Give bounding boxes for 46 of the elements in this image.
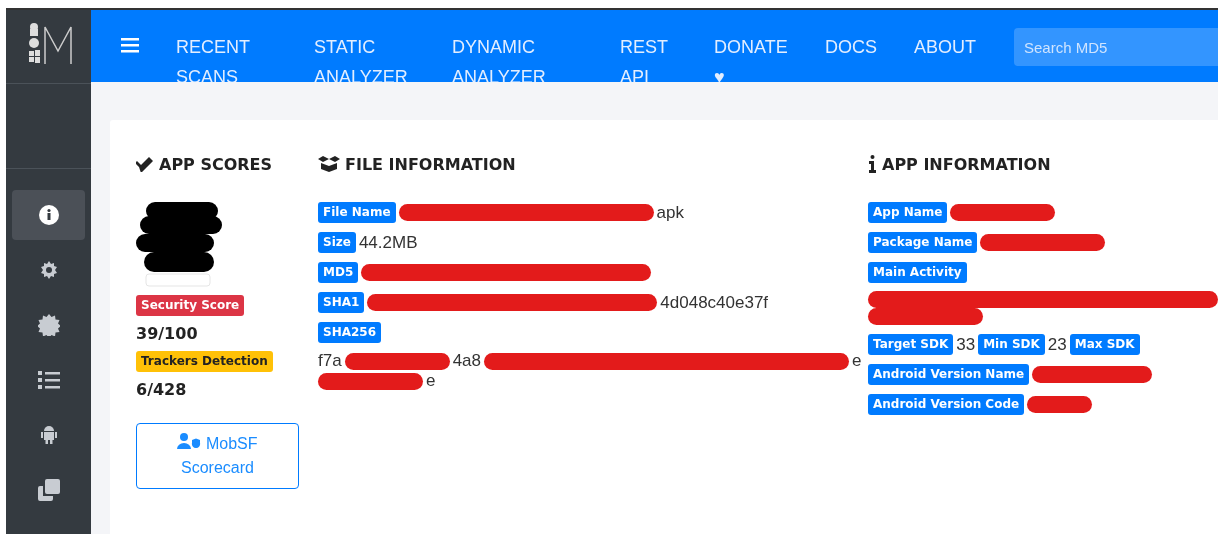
field-label: Main Activity — [868, 262, 967, 283]
nav-link[interactable]: ABOUT — [914, 32, 984, 62]
field-value: 23 — [1047, 334, 1067, 355]
search-field[interactable]: Search MD5 — [1014, 28, 1218, 66]
field-label: Min SDK — [978, 334, 1045, 355]
field-label: Target SDK — [868, 334, 954, 355]
field-value: f7a — [318, 351, 342, 371]
user-shield-icon — [177, 433, 202, 449]
redaction-mark — [1027, 396, 1093, 413]
badge-icon — [37, 314, 60, 336]
copy-icon — [37, 479, 60, 501]
score-value: 6/428 — [136, 380, 187, 399]
field-value: 4a8 — [452, 351, 481, 371]
double-check-icon — [136, 156, 154, 172]
score-value: 39/100 — [136, 324, 198, 343]
field-value: e — [426, 371, 436, 391]
field-value: 4d048c40e37f — [660, 292, 769, 313]
field-label: App Name — [868, 202, 948, 223]
menu-icon[interactable] — [121, 38, 139, 53]
gear-icon — [38, 260, 59, 280]
field-label: Android Version Name — [868, 364, 1030, 385]
scorecard-button[interactable]: MobSF Scorecard — [136, 423, 299, 489]
info-icon — [868, 155, 877, 173]
field-label: Max SDK — [1069, 334, 1140, 355]
field-value: e — [852, 351, 862, 371]
score-badge: Security Score — [136, 295, 245, 316]
android-icon — [39, 425, 58, 445]
field-label: SHA1 — [318, 292, 365, 313]
section-title: APP INFORMATION — [882, 154, 1051, 174]
field-value: 44.2MB — [358, 232, 418, 253]
score-badge: Trackers Detection — [136, 351, 273, 372]
field-label: Package Name — [868, 232, 978, 253]
box-icon — [318, 156, 340, 172]
field-label: SHA256 — [318, 322, 382, 343]
field-value: 33 — [956, 334, 976, 355]
sidebar-item[interactable] — [12, 190, 85, 240]
list-icon — [37, 371, 60, 389]
field-label: File Name — [318, 202, 396, 223]
section-title: FILE INFORMATION — [345, 154, 516, 174]
info-icon — [38, 205, 59, 225]
field-value: apk — [656, 202, 684, 223]
field-label: Android Version Code — [868, 394, 1025, 415]
nav-link[interactable]: DOCS — [825, 32, 885, 62]
field-label: Size — [318, 232, 356, 253]
field-label: MD5 — [318, 262, 359, 283]
section-title: APP SCORES — [159, 154, 273, 174]
